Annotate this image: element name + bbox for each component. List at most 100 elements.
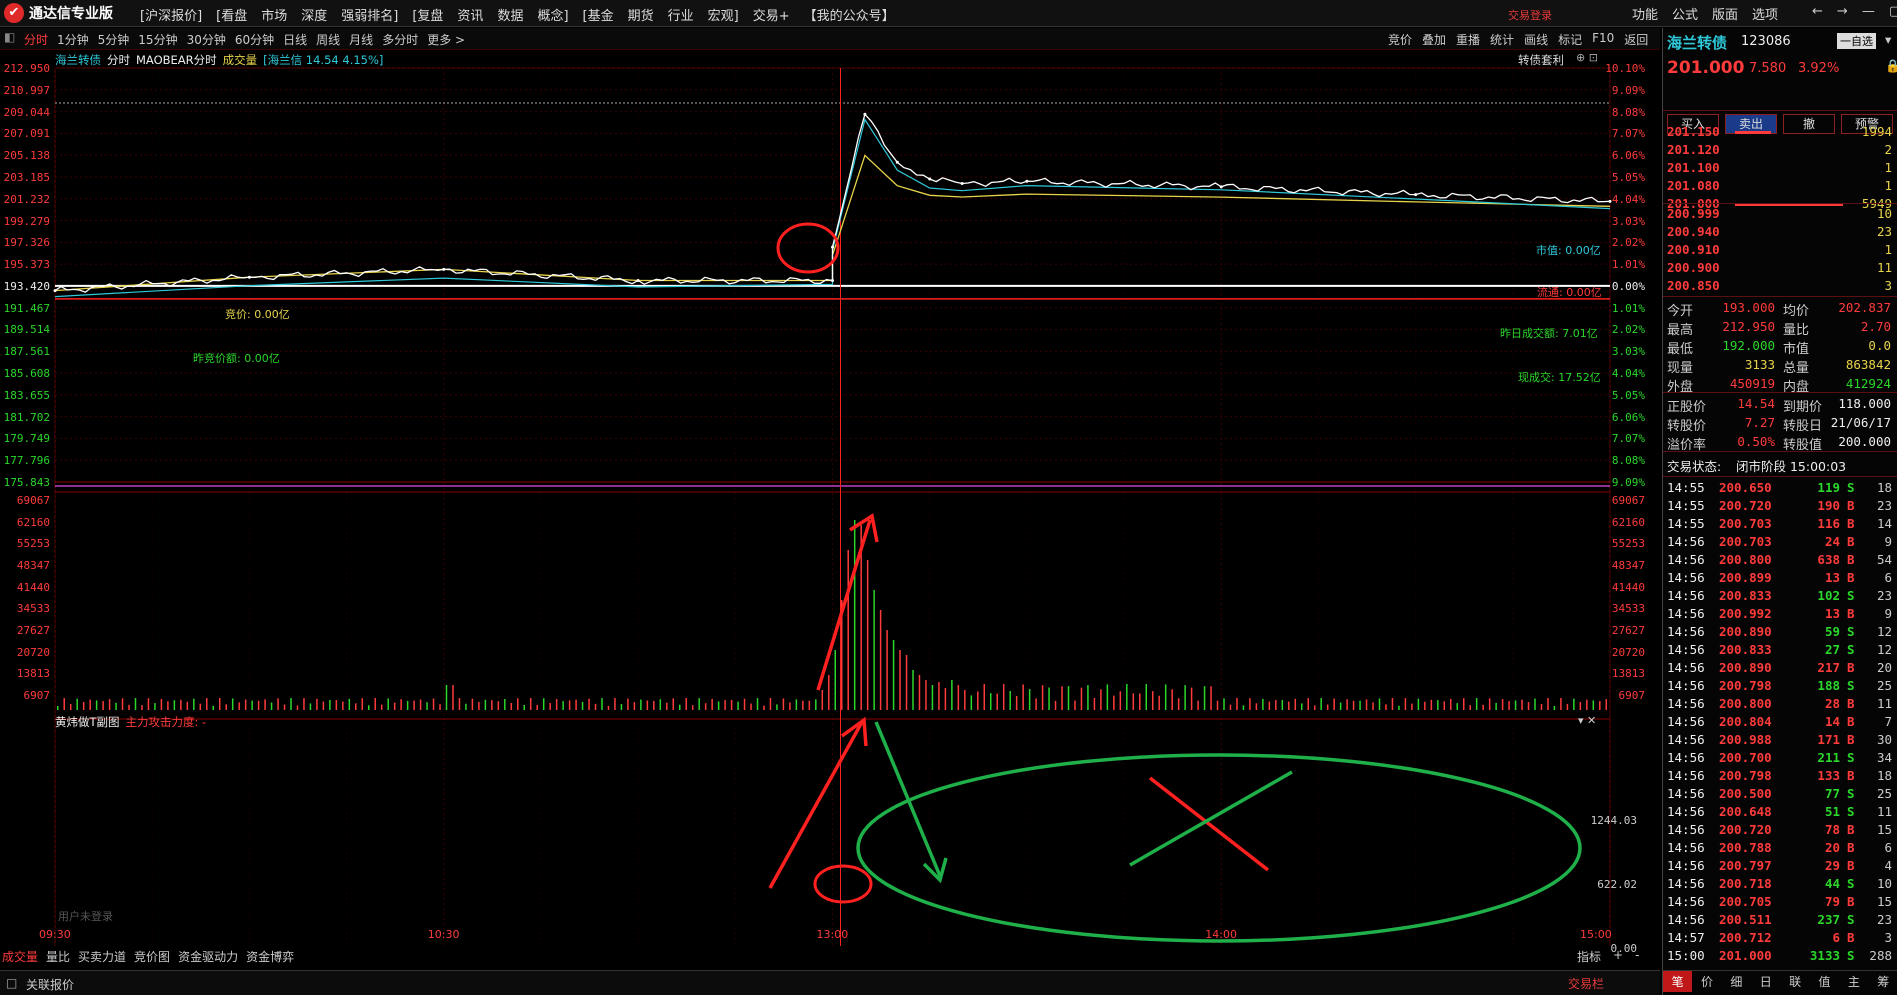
tool-3[interactable]: 统计 (1490, 31, 1514, 48)
indicator-tab-0[interactable]: 成交量 (2, 948, 38, 965)
timeframe-tab-7[interactable]: 周线 (316, 31, 340, 48)
indicator-tab-3[interactable]: 竞价图 (134, 948, 170, 965)
tick-side: B (1847, 534, 1855, 549)
right-menu-item-0[interactable]: 功能 (1632, 4, 1658, 23)
tick-count: 9 (1884, 606, 1892, 621)
trade-bar-label[interactable]: 交易栏 (1568, 975, 1604, 992)
tool-1[interactable]: 叠加 (1422, 31, 1446, 48)
tool-4[interactable]: 画线 (1524, 31, 1548, 48)
right-menu-item-2[interactable]: 版面 (1712, 4, 1738, 23)
indicator-control-2[interactable]: - (1635, 948, 1639, 965)
sub-indicator-name[interactable]: 黄炜做T副图 (55, 714, 120, 730)
back-arrow-icon[interactable]: ← (1812, 4, 1823, 19)
indicator-tab-4[interactable]: 资金驱动力 (178, 948, 238, 965)
panel-toggle-icon[interactable]: ◧ (4, 30, 15, 44)
time-tick-2: 13:00 (816, 928, 849, 941)
menu-item-2[interactable]: 市场 (261, 5, 287, 24)
menu-item-3[interactable]: 深度 (301, 5, 327, 24)
trade-login-link[interactable]: 交易登录 (1508, 7, 1552, 23)
tick-count: 18 (1876, 480, 1892, 495)
menu-item-12[interactable]: 宏观] (708, 5, 739, 24)
tool-7[interactable]: 返回 (1624, 31, 1648, 48)
tick-volume: 29 (1824, 858, 1840, 873)
intraday-chart[interactable] (0, 50, 1660, 946)
side-tab-1[interactable]: 价 (1692, 971, 1721, 992)
time-tick-3: 14:00 (1205, 928, 1237, 941)
menu-item-10[interactable]: 期货 (628, 5, 654, 24)
indicator-tab-2[interactable]: 买卖力道 (78, 948, 126, 965)
bid-row-2: 200.910 1 (1663, 242, 1897, 260)
minimize-icon[interactable]: — (1862, 4, 1875, 19)
side-tab-2[interactable]: 细 (1722, 971, 1751, 992)
timeframe-tab-0[interactable]: 分时 (24, 31, 48, 48)
tick-count: 11 (1876, 696, 1892, 711)
tick-pct-ticks-1: 9.09% (1611, 83, 1645, 97)
timeframe-tab-4[interactable]: 30分钟 (187, 31, 226, 48)
tick-price: 200.797 (1719, 858, 1772, 873)
side-tab-5[interactable]: 值 (1810, 971, 1839, 992)
timeframe-tab-3[interactable]: 15分钟 (138, 31, 177, 48)
tick-pct-ticks-15: 5.05% (1611, 388, 1645, 402)
timeframe-tab-9[interactable]: 多分时 (382, 31, 418, 48)
stat-label2-3: 总量 (1783, 361, 1810, 376)
side-tab-7[interactable]: 筹 (1869, 971, 1897, 992)
side-tab-4[interactable]: 联 (1781, 971, 1810, 992)
lock-icon[interactable]: 🔒 (1885, 58, 1897, 74)
forward-arrow-icon[interactable]: → (1837, 4, 1848, 19)
tick-pct-ticks-8: 2.02% (1611, 236, 1645, 250)
maximize-icon[interactable]: ▢ (1889, 4, 1897, 19)
bond-label2-1: 转股日 (1783, 419, 1823, 434)
side-tab-6[interactable]: 主 (1839, 971, 1868, 992)
time-tick-0: 09:30 (39, 928, 71, 941)
side-tab-3[interactable]: 日 (1751, 971, 1780, 992)
tick-volume: 190 (1817, 498, 1840, 513)
tick-price-ticks-8: 197.326 (3, 236, 50, 250)
tool-2[interactable]: 重播 (1456, 31, 1480, 48)
side-tab-0[interactable]: 笔 (1663, 971, 1693, 992)
tick-price-ticks-12: 189.514 (3, 323, 50, 337)
tick-row: 14:55 200.720 190 B 23 (1663, 498, 1897, 516)
tick-volume: 78 (1824, 822, 1840, 837)
right-menu-item-3[interactable]: 选项 (1752, 4, 1778, 23)
indicator-tab-1[interactable]: 量比 (46, 948, 70, 965)
sub-panel-controls-icon[interactable]: ▾ ✕ (1578, 714, 1596, 727)
linked-quote-label[interactable]: 关联报价 (26, 976, 74, 993)
tool-6[interactable]: F10 (1592, 31, 1614, 48)
ask-row-1: 201.120 2 (1663, 142, 1897, 160)
indicator-control-1[interactable]: + (1613, 948, 1623, 965)
menu-item-8[interactable]: 概念] (537, 5, 568, 24)
menu-item-4[interactable]: 强弱排名] (341, 5, 398, 24)
add-watchlist-button[interactable]: 一自选 (1837, 33, 1876, 49)
timeframe-tab-8[interactable]: 月线 (349, 31, 373, 48)
menu-item-0[interactable]: [沪深报价] (140, 5, 202, 24)
tick-count: 14 (1876, 516, 1892, 531)
timeframe-tab-10[interactable]: 更多 > (427, 31, 465, 48)
menu-item-5[interactable]: [复盘 (412, 5, 443, 24)
timeframe-tabs: 分时 1分钟 5分钟 15分钟 30分钟 60分钟 日线 周线 月线 多分时 更多 > (24, 31, 465, 48)
tick-price: 200.804 (1719, 714, 1772, 729)
timeframe-tab-6[interactable]: 日线 (283, 31, 307, 48)
right-menu-item-1[interactable]: 公式 (1672, 4, 1698, 23)
status-icon[interactable]: □ (6, 976, 17, 990)
menu-item-11[interactable]: 行业 (668, 5, 694, 24)
tick-pct-ticks-17: 7.07% (1611, 432, 1645, 446)
menu-item-7[interactable]: 数据 (497, 5, 523, 24)
menu-item-14[interactable]: 【我的公众号】 (804, 5, 895, 24)
tick-time: 14:56 (1667, 786, 1705, 801)
dropdown-icon[interactable]: ▾ (1885, 32, 1891, 47)
timeframe-tab-5[interactable]: 60分钟 (235, 31, 274, 48)
tick-row: 14:56 200.788 20 B 6 (1663, 840, 1897, 858)
tool-0[interactable]: 竞价 (1388, 31, 1412, 48)
timeframe-tab-2[interactable]: 5分钟 (98, 31, 130, 48)
indicator-tab-5[interactable]: 资金博弈 (246, 948, 294, 965)
indicator-control-0[interactable]: 指标 (1577, 948, 1601, 965)
tool-5[interactable]: 标记 (1558, 31, 1582, 48)
timeframe-tab-1[interactable]: 1分钟 (57, 31, 89, 48)
tick-time: 14:56 (1667, 678, 1705, 693)
menu-item-6[interactable]: 资讯 (457, 5, 483, 24)
tick-row: 14:56 200.833 102 S 23 (1663, 588, 1897, 606)
tick-pct-ticks-2: 8.08% (1611, 105, 1645, 119)
menu-item-1[interactable]: [看盘 (216, 5, 247, 24)
menu-item-9[interactable]: [基金 (583, 5, 614, 24)
menu-item-13[interactable]: 交易+ (753, 5, 790, 24)
